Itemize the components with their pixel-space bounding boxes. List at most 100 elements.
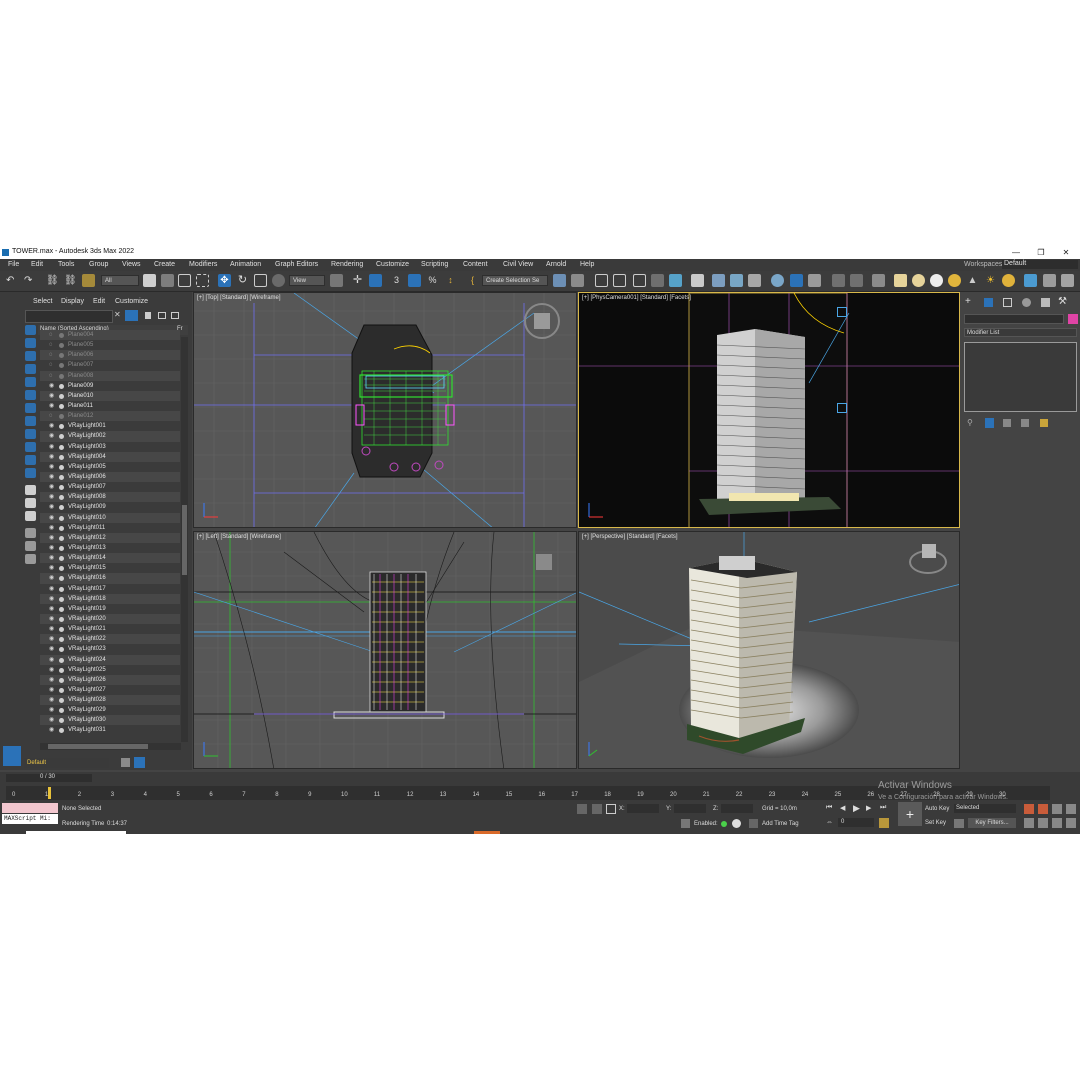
display-helpers-icon[interactable] [25,377,36,387]
eye-closed-icon[interactable]: ◌ [49,350,53,360]
workspaces-dropdown[interactable]: Default [1002,260,1078,269]
eye-icon[interactable]: ◉ [49,472,54,482]
viewport-top-label[interactable]: [+] [Top] [Standard] [Wireframe] [197,295,281,301]
list-item[interactable]: ◌ Plane004 [40,330,180,341]
display-hidden-icon[interactable] [25,468,36,478]
maxscript-listener-pink[interactable] [2,803,58,813]
vray-dome-light-icon[interactable] [912,274,925,287]
time-slider[interactable]: 0 / 30 [6,774,92,782]
eye-icon[interactable]: ◉ [49,492,54,502]
list-hscrollbar[interactable] [40,743,181,750]
render-production-icon[interactable] [748,274,761,287]
list-item[interactable]: ◉ VRayLight022 [40,634,180,645]
eye-icon[interactable]: ◉ [49,391,54,401]
unlink-icon[interactable]: ⛓ [64,274,77,287]
display-all-icon[interactable] [25,485,36,495]
undo-icon[interactable]: ↶ [6,274,19,287]
list-item[interactable]: ◉ VRayLight008 [40,492,180,503]
curve-editor-icon[interactable] [651,274,664,287]
tab-display[interactable]: Display [61,298,84,305]
lock-icon[interactable] [145,312,151,319]
list-item[interactable]: ◉ VRayLight018 [40,593,180,604]
funnel-icon[interactable] [25,541,36,551]
isolate-selection-icon[interactable] [577,804,587,814]
previous-frame-icon[interactable]: ◀ [840,804,845,812]
enabled-indicator-icon[interactable] [721,821,727,827]
eye-icon[interactable]: ◉ [49,594,54,604]
viewport-perspective[interactable]: [+] [Perspective] [Standard] [Facets] [578,531,960,769]
list-item[interactable]: ◉ VRayLight010 [40,512,180,523]
list-item[interactable]: ◌ Plane012 [40,411,180,422]
add-time-tag-label[interactable]: Add Time Tag [762,821,799,827]
vray-sphere-light-icon[interactable] [930,274,943,287]
display-geometry-icon[interactable] [25,325,36,335]
scene-explorer-icon[interactable] [595,274,608,287]
display-invert-icon[interactable] [25,511,36,521]
vray-clipper-icon[interactable] [1061,274,1074,287]
vray-proxy-icon[interactable] [1043,274,1056,287]
select-move-icon[interactable]: ✥ [218,274,231,287]
filter-icon[interactable] [125,310,138,321]
scene-explorer-toggle-icon[interactable] [3,746,21,766]
select-rotate-icon[interactable]: ↻ [236,274,249,287]
eye-closed-icon[interactable]: ◌ [49,340,53,350]
key-filter-icon[interactable] [954,819,964,828]
light-gizmo-icon[interactable] [837,307,847,317]
display-none-icon[interactable] [25,498,36,508]
utilities-tab-icon[interactable]: ⚒ [1058,296,1067,307]
field-of-view-icon[interactable] [1024,818,1034,828]
eye-icon[interactable]: ◉ [49,604,54,614]
select-scale-icon[interactable] [254,274,267,287]
tab-edit[interactable]: Edit [93,298,105,305]
eye-icon[interactable]: ◉ [49,513,54,523]
key-filters-button[interactable]: Key Filters... [968,818,1016,828]
eye-closed-icon[interactable]: ◌ [49,371,53,381]
clear-search-icon[interactable]: ✕ [114,310,121,319]
reference-coordinate-dropdown[interactable]: View [289,275,325,286]
eye-closed-icon[interactable]: ◌ [49,330,53,340]
list-item[interactable]: ◉ VRayLight023 [40,644,180,654]
menu-modifiers[interactable]: Modifiers [189,261,217,268]
schematic-view-icon[interactable] [669,274,682,287]
eye-icon[interactable]: ◉ [49,715,54,725]
eye-icon[interactable]: ◉ [49,442,54,452]
list-item[interactable]: ◉ VRayLight006 [40,471,180,483]
rendered-frame-window-icon[interactable] [730,274,743,287]
viewport-top[interactable]: [+] [Top] [Standard] [Wireframe] [193,292,577,528]
menu-graph-editors[interactable]: Graph Editors [275,261,318,268]
vray-light-icon[interactable] [894,274,907,287]
hierarchy-icon[interactable] [158,312,166,319]
display-space-warps-icon[interactable] [25,390,36,400]
percent-snap-icon[interactable]: % [426,274,439,287]
viewcube-icon[interactable] [534,313,550,329]
viewcube-compass-icon[interactable] [524,303,560,339]
align-icon[interactable] [571,274,584,287]
list-item[interactable]: ◉ VRayLight005 [40,462,180,472]
eye-icon[interactable]: ◉ [49,563,54,573]
vray-ies-light-icon[interactable] [948,274,961,287]
bind-space-warp-icon[interactable] [82,274,95,287]
eye-icon[interactable]: ◉ [49,614,54,624]
hierarchy-expand-icon[interactable] [171,312,179,319]
eye-icon[interactable]: ◉ [49,644,54,654]
zoom-all-icon[interactable] [1052,804,1062,814]
viewport-left-label[interactable]: [+] [Left] [Standard] [Wireframe] [197,534,281,540]
viewport-perspective-label[interactable]: [+] [Perspective] [Standard] [Facets] [582,534,678,540]
eye-icon[interactable]: ◉ [49,482,54,492]
list-item[interactable]: ◉ VRayLight001 [40,421,180,431]
list-item[interactable]: ◌ Plane005 [40,340,180,350]
show-end-result-icon[interactable] [985,418,994,428]
eye-icon[interactable]: ◉ [49,421,54,431]
snaps-toggle-icon[interactable]: 3 [390,274,403,287]
viewcube-compass-icon[interactable] [909,544,947,574]
time-configuration-icon[interactable] [879,818,889,828]
motion-tab-icon[interactable] [1022,298,1031,307]
vray-render-icon[interactable] [808,274,821,287]
eye-icon[interactable]: ◉ [49,695,54,705]
key-mode-icon[interactable]: ⇔ [826,819,833,826]
absolute-mode-transform-icon[interactable] [606,804,616,814]
current-frame-marker[interactable] [48,787,51,799]
x-coordinate-field[interactable] [627,804,659,813]
vray-ambient-light-icon[interactable]: ▲ [966,274,979,287]
viewport-camera[interactable]: [+] [PhysCamera001] [Standard] [Facets] [578,292,960,528]
